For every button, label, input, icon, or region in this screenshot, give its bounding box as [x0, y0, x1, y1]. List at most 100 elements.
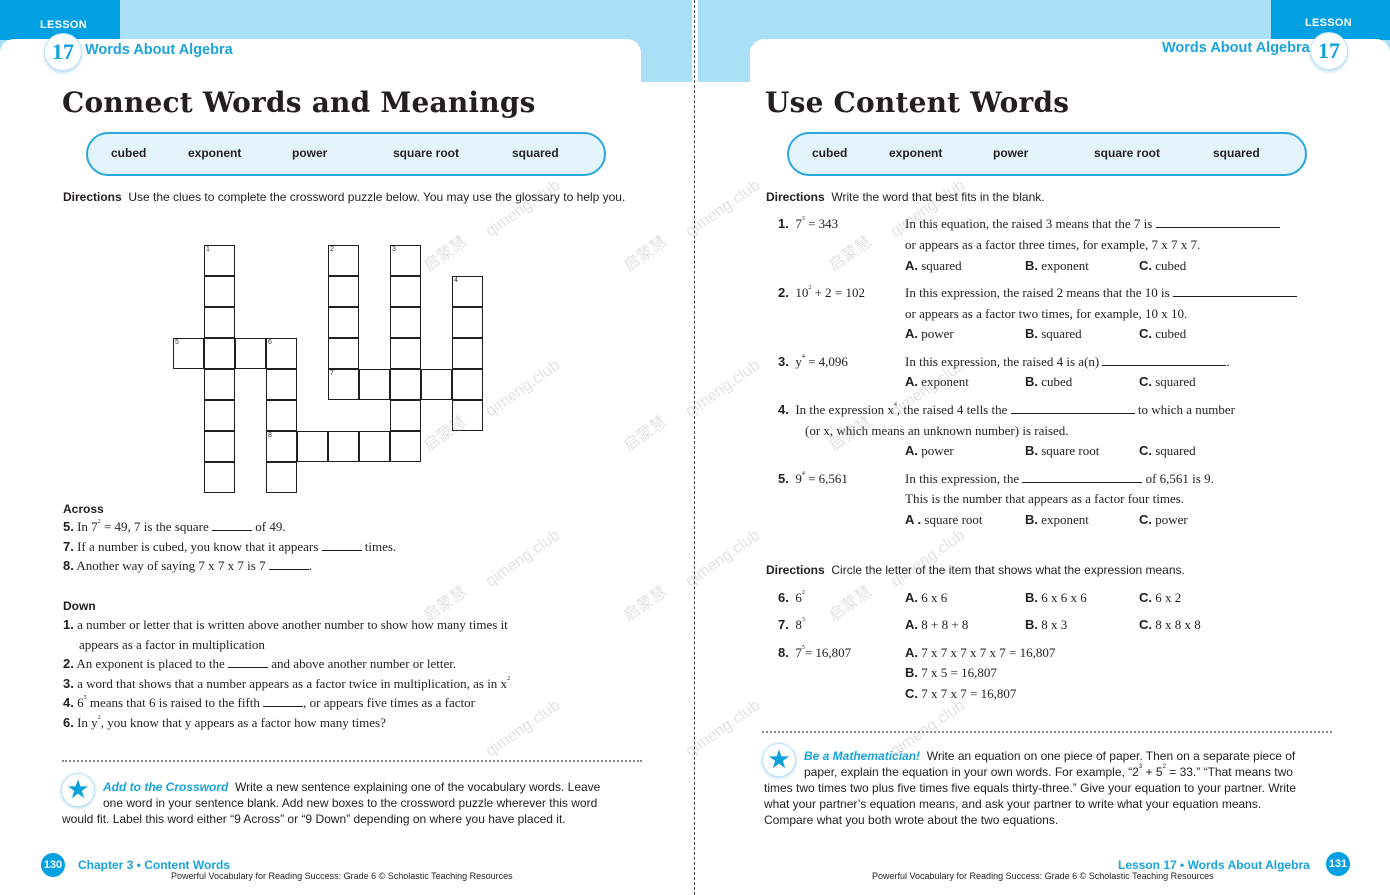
crossword-cell[interactable]: [204, 276, 235, 307]
crossword-cell[interactable]: 3: [390, 245, 421, 276]
option-b[interactable]: B. 8 x 3: [1025, 617, 1067, 633]
crossword-cell[interactable]: 8: [266, 431, 297, 462]
crossword-cell[interactable]: 7: [328, 369, 359, 400]
down-clue-3: 3. a word that shows that a number appea…: [63, 676, 511, 691]
question-6: 6. 62: [778, 590, 805, 605]
crossword-cell[interactable]: [421, 369, 452, 400]
option-c[interactable]: C. 8 x 8 x 8: [1139, 617, 1201, 633]
crossword-cell[interactable]: [204, 400, 235, 431]
answer-blank[interactable]: [321, 540, 362, 551]
clue-number: 5: [175, 339, 179, 346]
question-8: 8. 75= 16,807: [778, 645, 852, 660]
star-badge: ★: [61, 773, 95, 807]
crossword-cell[interactable]: [204, 431, 235, 462]
crossword-cell[interactable]: [390, 338, 421, 369]
option-a[interactable]: A. 7 x 7 x 7 x 7 x 7 = 16,807: [905, 645, 1055, 661]
option-b[interactable]: B. exponent: [1025, 258, 1089, 274]
crossword-cell[interactable]: 2: [328, 245, 359, 276]
question-2-text: In this expression, the raised 2 means t…: [905, 285, 1297, 301]
word-bank-item: power: [993, 146, 1029, 160]
crossword-cell[interactable]: 4: [452, 276, 483, 307]
option-a[interactable]: A. squared: [905, 258, 962, 274]
crossword-cell[interactable]: [297, 431, 328, 462]
crossword-cell[interactable]: [204, 307, 235, 338]
crossword-cell[interactable]: [452, 307, 483, 338]
option-c[interactable]: C. 6 x 2: [1139, 590, 1181, 606]
crossword-cell[interactable]: [266, 369, 297, 400]
crossword-cell[interactable]: [235, 338, 266, 369]
clue-number: 2: [330, 246, 334, 253]
crossword-cell[interactable]: [328, 307, 359, 338]
lesson-number-badge: 17: [44, 33, 82, 71]
footer-chapter: Lesson 17 • Words About Algebra: [1118, 858, 1310, 872]
option-b[interactable]: B. cubed: [1025, 374, 1072, 390]
option-a[interactable]: A. power: [905, 326, 954, 342]
word-bank-item: cubed: [812, 146, 848, 160]
crossword-cell[interactable]: [390, 369, 421, 400]
crossword-cell[interactable]: [452, 338, 483, 369]
answer-blank[interactable]: [1155, 217, 1280, 228]
option-a[interactable]: A. power: [905, 443, 954, 459]
crossword-cell[interactable]: [452, 369, 483, 400]
across-clue-8: 8. Another way of saying 7 x 7 x 7 is 7 …: [63, 558, 313, 573]
option-b[interactable]: B. 7 x 5 = 16,807: [905, 665, 997, 681]
answer-blank[interactable]: [1172, 286, 1297, 297]
option-a[interactable]: A . square root: [905, 512, 983, 528]
option-c[interactable]: C. cubed: [1139, 258, 1186, 274]
question-5-text: In this expression, the of 6,561 is 9.: [905, 471, 1214, 486]
crossword-cell[interactable]: [390, 307, 421, 338]
question-1: 1. 73 = 343: [778, 216, 839, 231]
crossword-cell[interactable]: [266, 400, 297, 431]
answer-blank[interactable]: [1010, 403, 1135, 414]
clue-number: 7: [330, 370, 334, 377]
lesson-number-badge: 17: [1310, 32, 1348, 70]
directions-2: Directions Circle the letter of the item…: [766, 563, 1185, 577]
crossword-cell[interactable]: [390, 431, 421, 462]
star-badge: ★: [762, 743, 796, 777]
option-c[interactable]: C. squared: [1139, 374, 1196, 390]
crossword-cell[interactable]: [359, 369, 390, 400]
crossword-cell[interactable]: [204, 462, 235, 493]
crossword-cell[interactable]: [204, 369, 235, 400]
crossword-cell[interactable]: [452, 400, 483, 431]
option-b[interactable]: B. square root: [1025, 443, 1099, 459]
option-b[interactable]: B. 6 x 6 x 6: [1025, 590, 1087, 606]
crossword-cell[interactable]: [266, 462, 297, 493]
question-2-text-2: or appears as a factor two times, for ex…: [905, 306, 1188, 321]
crossword-cell[interactable]: [390, 276, 421, 307]
word-bank-item: square root: [1094, 146, 1161, 160]
crossword-cell[interactable]: [204, 338, 235, 369]
option-b[interactable]: B. exponent: [1025, 512, 1089, 528]
answer-blank[interactable]: [1022, 472, 1143, 483]
answer-blank[interactable]: [268, 559, 309, 570]
clue-number: 6: [268, 339, 272, 346]
option-c[interactable]: C. power: [1139, 512, 1188, 528]
crossword-cell[interactable]: 5: [173, 338, 204, 369]
option-b[interactable]: B. squared: [1025, 326, 1082, 342]
crossword-cell[interactable]: [328, 338, 359, 369]
crossword-cell[interactable]: 1: [204, 245, 235, 276]
option-a[interactable]: A. 6 x 6: [905, 590, 947, 606]
down-clue-1-cont: appears as a factor in multiplication: [79, 637, 265, 652]
crossword-cell[interactable]: [359, 431, 390, 462]
option-c[interactable]: C. squared: [1139, 443, 1196, 459]
answer-blank[interactable]: [228, 657, 269, 668]
option-c[interactable]: C. 7 x 7 x 7 = 16,807: [905, 686, 1016, 702]
crossword-cell[interactable]: 6: [266, 338, 297, 369]
answer-blank[interactable]: [1102, 355, 1227, 366]
question-7: 7. 83: [778, 617, 805, 632]
crossword-cell[interactable]: [328, 276, 359, 307]
option-c[interactable]: C. cubed: [1139, 326, 1186, 342]
activity-line-3: times two times two plus five times five…: [764, 781, 1296, 795]
clue-number: 8: [268, 432, 272, 439]
activity-line-1: Add to the Crossword Write a new sentenc…: [103, 780, 601, 794]
crossword-cell[interactable]: [390, 400, 421, 431]
crossword-cell[interactable]: [328, 431, 359, 462]
dotted-divider: [62, 760, 642, 762]
answer-blank[interactable]: [212, 520, 252, 531]
activity-line-5: Compare what you both wrote about the tw…: [764, 813, 1059, 827]
option-a[interactable]: A. exponent: [905, 374, 969, 390]
question-2: 2. 102 + 2 = 102: [778, 285, 866, 300]
answer-blank[interactable]: [263, 696, 304, 707]
option-a[interactable]: A. 8 + 8 + 8: [905, 617, 968, 633]
